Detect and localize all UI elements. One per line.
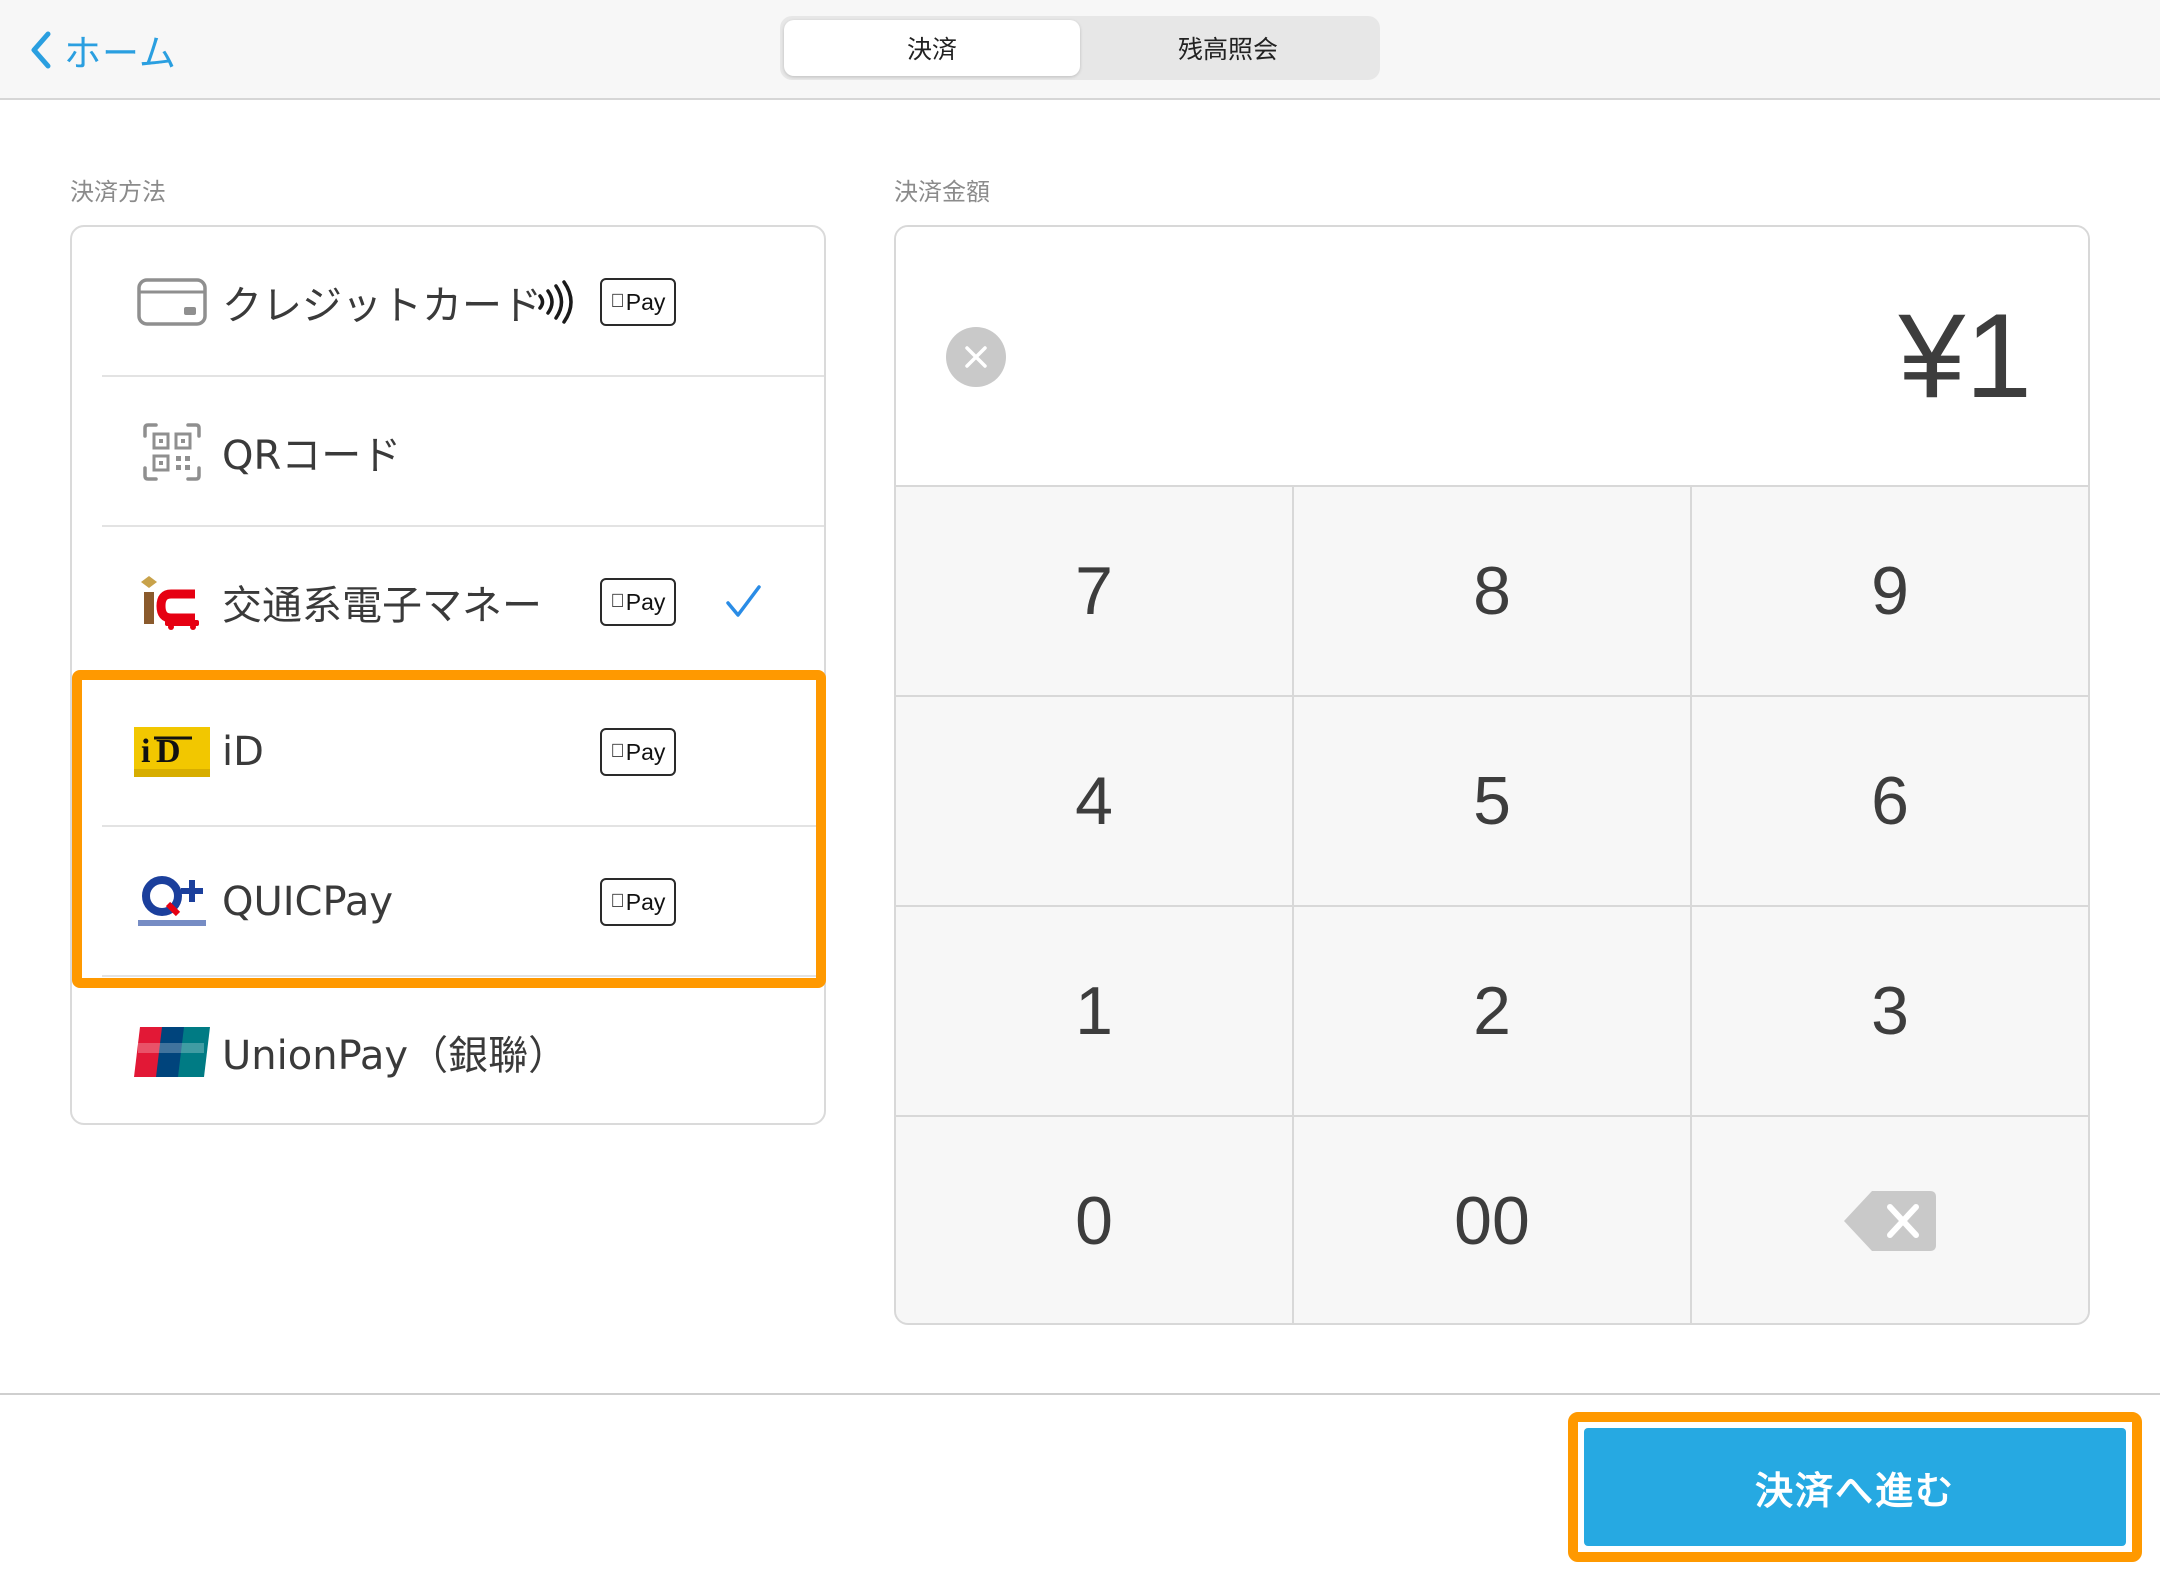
payment-method-list: クレジットカード Pay: [70, 225, 826, 1125]
back-button[interactable]: ホーム: [28, 24, 177, 76]
method-credit-card[interactable]: クレジットカード Pay: [72, 227, 824, 377]
key-2[interactable]: 2: [1294, 907, 1690, 1115]
top-bar: ホーム 決済 残高照会: [0, 0, 2160, 100]
numeric-keypad: 7 8 9 4 5 6 1 2 3 0 00: [896, 487, 2088, 1323]
apple-icon: : [611, 891, 625, 913]
method-label: QRコード: [222, 433, 402, 479]
apple-icon: : [611, 291, 625, 313]
method-label: 交通系電子マネー: [222, 583, 542, 629]
close-icon: [965, 346, 987, 368]
quicpay-logo-icon: [134, 874, 210, 930]
proceed-to-payment-button[interactable]: 決済へ進む: [1584, 1428, 2126, 1546]
footer-divider: [0, 1393, 2160, 1395]
amount-panel: ¥1 7 8 9 4 5 6 1 2 3 0 00: [894, 225, 2090, 1325]
method-label: クレジットカード: [222, 283, 542, 329]
tab-payment[interactable]: 決済: [784, 20, 1080, 76]
segmented-control: 決済 残高照会: [780, 16, 1380, 80]
key-7[interactable]: 7: [896, 487, 1292, 695]
apple-pay-badge: Pay: [600, 278, 676, 326]
key-4[interactable]: 4: [896, 697, 1292, 905]
key-1[interactable]: 1: [896, 907, 1292, 1115]
qr-code-icon: [134, 423, 210, 481]
key-0[interactable]: 0: [896, 1117, 1292, 1323]
method-quicpay[interactable]: QUICPay Pay: [72, 827, 824, 977]
method-qr-code[interactable]: QRコード: [72, 377, 824, 527]
credit-card-icon: [134, 274, 210, 330]
amount-value: ¥1: [1898, 289, 2032, 423]
apple-pay-badge: Pay: [600, 578, 676, 626]
apple-pay-label: Pay: [618, 888, 666, 915]
apple-icon: : [611, 741, 625, 763]
clear-amount-button[interactable]: [946, 327, 1006, 387]
contactless-icon: [534, 280, 574, 324]
svg-text:i: i: [141, 733, 150, 770]
key-6[interactable]: 6: [1692, 697, 2088, 905]
key-00[interactable]: 00: [1294, 1117, 1690, 1323]
unionpay-logo-icon: [134, 1024, 210, 1080]
apple-pay-label: Pay: [618, 288, 666, 315]
backspace-icon: [1844, 1191, 1936, 1251]
apple-pay-badge: Pay: [600, 728, 676, 776]
method-label: iD: [222, 729, 264, 775]
payment-method-label: 決済方法: [70, 178, 166, 206]
key-5[interactable]: 5: [1294, 697, 1690, 905]
key-9[interactable]: 9: [1692, 487, 2088, 695]
method-id[interactable]: i D iD Pay: [72, 677, 824, 827]
id-logo-icon: i D: [134, 724, 210, 780]
method-label: QUICPay: [222, 879, 393, 925]
method-unionpay[interactable]: UnionPay（銀聯）: [72, 977, 824, 1127]
payment-amount-label: 決済金額: [894, 178, 990, 206]
tab-balance-inquiry[interactable]: 残高照会: [1080, 20, 1376, 76]
transit-ic-icon: [134, 574, 210, 630]
checkmark-icon: [724, 583, 762, 621]
method-label: UnionPay（銀聯）: [222, 1033, 569, 1079]
backspace-key[interactable]: [1692, 1117, 2088, 1323]
amount-display: ¥1: [896, 227, 2088, 487]
proceed-highlight-frame: 決済へ進む: [1568, 1412, 2142, 1562]
apple-pay-badge: Pay: [600, 878, 676, 926]
chevron-left-icon: [31, 31, 51, 69]
apple-pay-label: Pay: [618, 738, 666, 765]
key-3[interactable]: 3: [1692, 907, 2088, 1115]
apple-icon: : [611, 591, 625, 613]
apple-pay-label: Pay: [618, 588, 666, 615]
key-8[interactable]: 8: [1294, 487, 1690, 695]
back-label: ホーム: [64, 32, 177, 75]
method-transit-ic[interactable]: 交通系電子マネー Pay: [72, 527, 824, 677]
